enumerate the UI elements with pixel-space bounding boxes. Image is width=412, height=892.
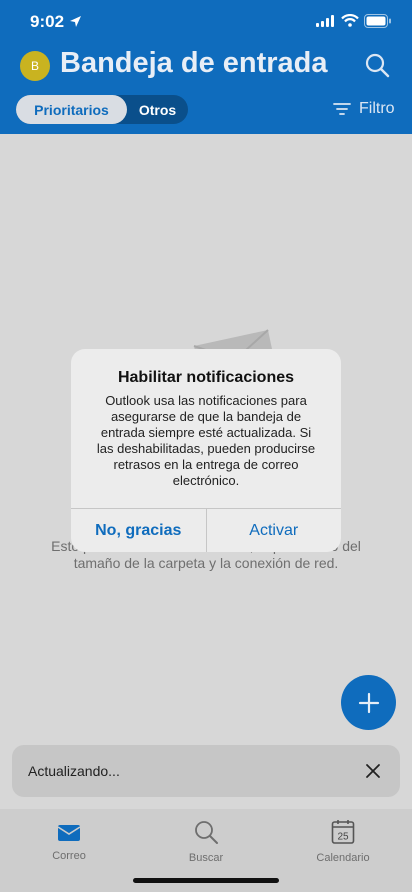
- compose-button[interactable]: [341, 675, 396, 730]
- filter-label: Filtro: [359, 100, 395, 117]
- dialog-title: Habilitar notificaciones: [117, 369, 295, 386]
- account-avatar[interactable]: B: [20, 51, 50, 81]
- battery-icon: [364, 14, 391, 28]
- avatar-initial: B: [30, 59, 39, 73]
- filter-icon: [333, 103, 351, 115]
- filter-button[interactable]: Filtro: [333, 99, 395, 119]
- dialog-message: Outlook usa las notificaciones para aseg…: [96, 393, 316, 488]
- location-arrow-icon: [70, 16, 81, 27]
- wifi-icon: [341, 14, 359, 27]
- search-icon: [195, 821, 218, 844]
- app-header: 9:02 B Bandeja de entrada Prioritarios O…: [0, 0, 412, 134]
- tab-prioritarios[interactable]: Prioritarios: [16, 95, 127, 124]
- status-time: 9:02: [30, 12, 65, 31]
- close-icon[interactable]: [364, 762, 382, 780]
- tab-mail[interactable]: Correo: [19, 815, 119, 862]
- notifications-dialog: Habilitar notificaciones Outlook usa las…: [71, 349, 341, 552]
- tab-calendar[interactable]: 25 Calendario: [293, 815, 393, 864]
- snackbar-text: Actualizando...: [28, 763, 120, 779]
- cellular-signal-icon: [316, 15, 334, 27]
- tab-otros[interactable]: Otros: [127, 95, 188, 124]
- no-thanks-button[interactable]: No, gracias: [71, 509, 207, 552]
- activate-button[interactable]: Activar: [207, 509, 342, 552]
- sync-snackbar: Actualizando...: [12, 745, 400, 797]
- plus-icon: [358, 692, 379, 713]
- page-title: Bandeja de entrada: [60, 47, 328, 79]
- mail-icon: [57, 825, 81, 841]
- tab-search[interactable]: Buscar: [156, 815, 256, 864]
- tab-search-label: Buscar: [188, 852, 224, 864]
- tab-calendar-label: Calendario: [316, 852, 370, 864]
- calendar-icon: 25: [331, 820, 355, 844]
- status-bar: 9:02: [0, 0, 412, 44]
- home-indicator[interactable]: [133, 878, 279, 883]
- inbox-segmented-control: Prioritarios Otros: [16, 95, 188, 124]
- tab-mail-label: Correo: [52, 850, 86, 862]
- search-icon[interactable]: [362, 51, 392, 81]
- dialog-actions: No, gracias Activar: [71, 508, 341, 552]
- calendar-day: 25: [337, 832, 349, 843]
